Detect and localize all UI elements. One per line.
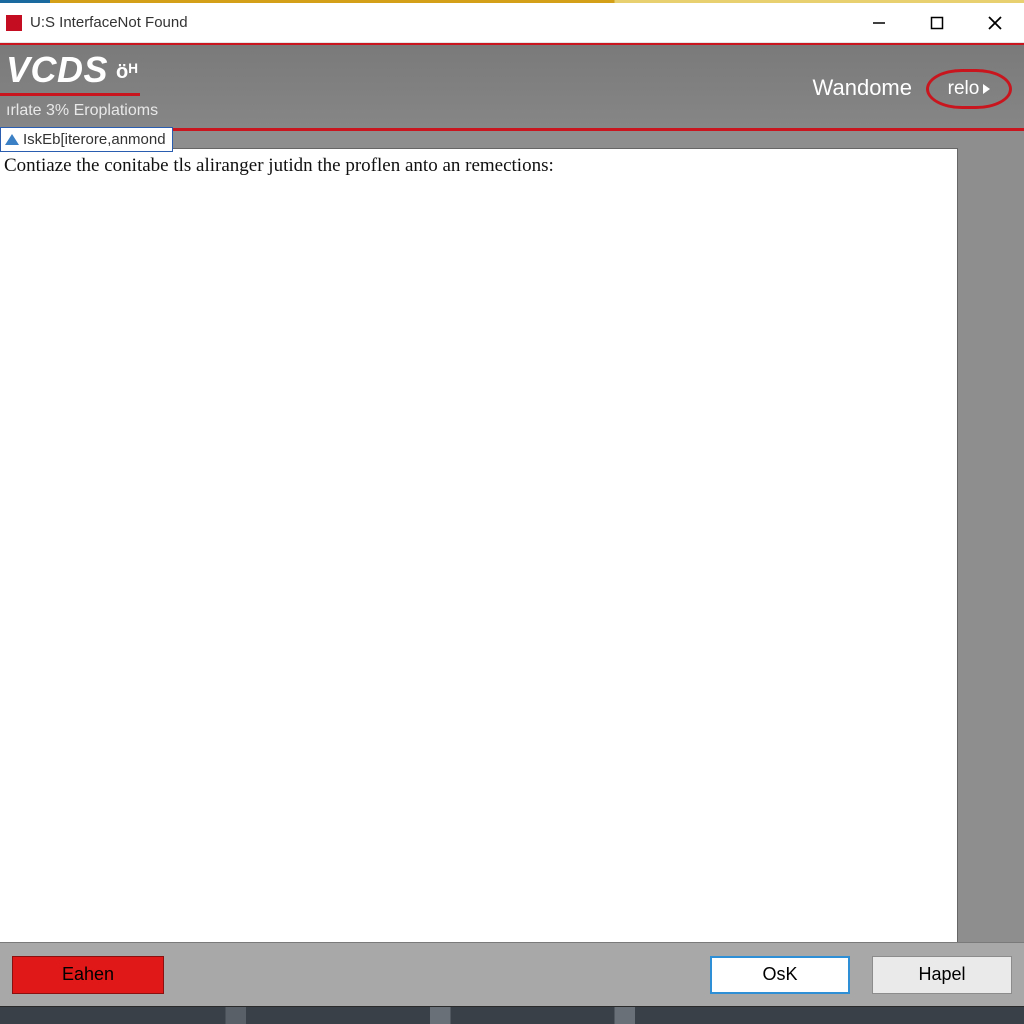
brand-underline [0, 93, 140, 96]
taskbar-strip [0, 1006, 1024, 1024]
body-area: IskEb[iterore,anmond Contiaze the conita… [0, 131, 1024, 1024]
app-banner: VCDS öᴴ ırlate 3% Eroplatioms Wandome rel… [0, 43, 1024, 131]
warning-icon [5, 134, 19, 145]
content-panel: Contiaze the conitabe tls aliranger juti… [0, 148, 958, 1024]
brand-text: VCDS [6, 49, 108, 90]
brand-logo: VCDS öᴴ [6, 49, 138, 91]
close-button[interactable] [966, 3, 1024, 42]
app-icon [6, 15, 22, 31]
osk-button[interactable]: OsK [710, 956, 850, 994]
footer-bar: Eahen OsK Hapel [0, 942, 1024, 1006]
minimize-button[interactable] [850, 3, 908, 42]
hapel-button[interactable]: Hapel [872, 956, 1012, 994]
eahen-button[interactable]: Eahen [12, 956, 164, 994]
titlebar[interactable]: U:S InterfaceNot Found [0, 3, 1024, 43]
relo-label: relo [948, 78, 980, 100]
relo-button[interactable]: relo [926, 69, 1012, 109]
maximize-button[interactable] [908, 3, 966, 42]
brand-mark-icon: öᴴ [116, 61, 138, 84]
minimize-icon [872, 16, 886, 30]
eahen-label: Eahen [62, 964, 114, 985]
hapel-label: Hapel [918, 964, 965, 985]
maximize-icon [930, 16, 944, 30]
play-icon [983, 84, 990, 94]
window-title: U:S InterfaceNot Found [30, 14, 188, 31]
osk-label: OsK [762, 964, 797, 985]
banner-subtitle: ırlate 3% Eroplatioms [6, 102, 158, 120]
warning-tag[interactable]: IskEb[iterore,anmond [0, 127, 173, 152]
warning-tag-label: IskEb[iterore,anmond [23, 131, 166, 148]
app-window: U:S InterfaceNot Found VCDS öᴴ ırlate 3% … [0, 3, 1024, 1024]
close-icon [987, 15, 1003, 31]
window-controls [850, 3, 1024, 42]
banner-link-wandome[interactable]: Wandome [813, 75, 912, 101]
content-message: Contiaze the conitabe tls aliranger juti… [0, 149, 957, 185]
